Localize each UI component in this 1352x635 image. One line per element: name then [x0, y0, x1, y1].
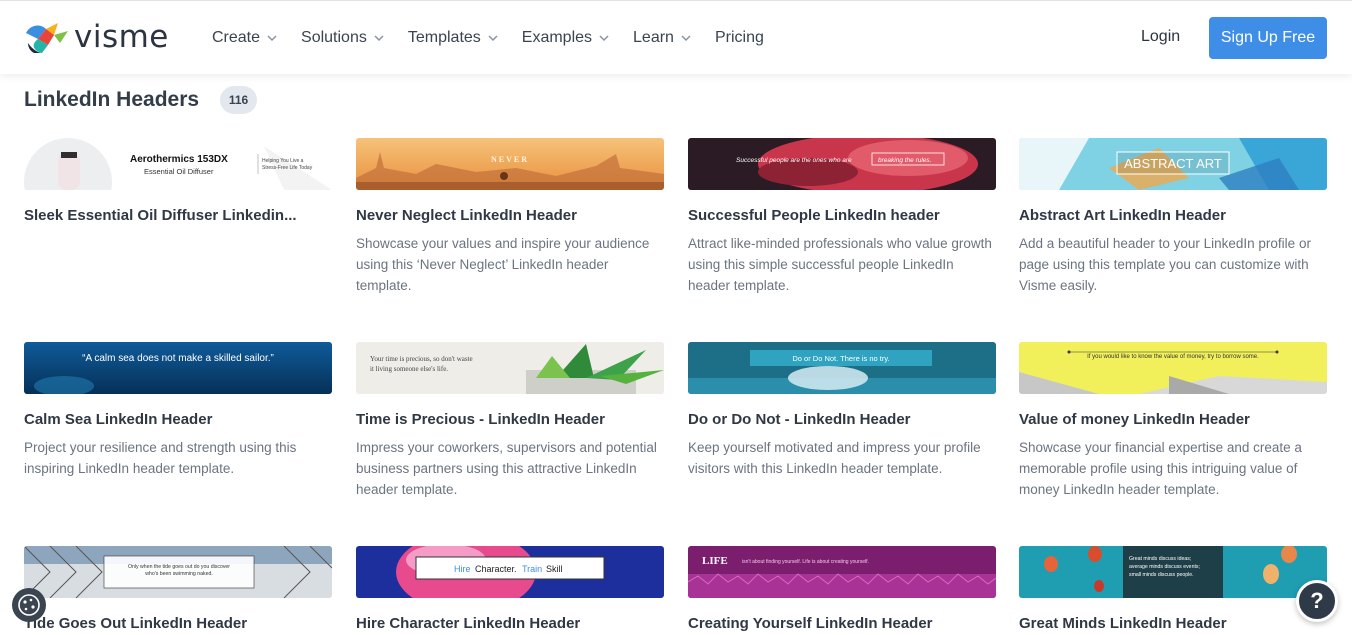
nav-templates[interactable]: Templates [408, 27, 498, 49]
template-description: Impress your coworkers, supervisors and … [356, 437, 664, 500]
chevron-down-icon [488, 33, 498, 43]
template-card[interactable]: Only when the tide goes out do you disco… [24, 546, 332, 635]
nav-learn[interactable]: Learn [633, 27, 691, 49]
template-thumbnail[interactable]: LIFE isn't about finding yourself. Life … [688, 546, 996, 598]
template-title[interactable]: Do or Do Not - LinkedIn Header [688, 411, 996, 428]
template-title[interactable]: Value of money LinkedIn Header [1019, 411, 1327, 428]
template-thumbnail[interactable]: Do or Do Not. There is no try. [688, 342, 996, 394]
template-title[interactable]: Hire Character LinkedIn Header [356, 615, 664, 632]
nav-create[interactable]: Create [212, 27, 277, 49]
nav-pricing[interactable]: Pricing [715, 27, 764, 49]
thumb-text: LIFE [702, 555, 728, 567]
thumb-text: Hire [454, 564, 471, 574]
template-title[interactable]: Calm Sea LinkedIn Header [24, 411, 332, 428]
help-button[interactable]: ? [1296, 580, 1338, 622]
template-card[interactable]: Hire Character. Train Skill Hire Charact… [356, 546, 664, 635]
template-description: Attract like-minded professionals who va… [688, 233, 996, 296]
template-thumbnail[interactable]: Only when the tide goes out do you disco… [24, 546, 332, 598]
template-title[interactable]: Never Neglect LinkedIn Header [356, 207, 664, 224]
nav-examples-label: Examples [522, 29, 592, 47]
template-thumbnail[interactable]: Great minds discuss ideas; average minds… [1019, 546, 1327, 598]
template-title[interactable]: Abstract Art LinkedIn Header [1019, 207, 1327, 224]
nav-learn-label: Learn [633, 29, 674, 47]
template-card[interactable]: LIFE isn't about finding yourself. Life … [688, 546, 996, 635]
nav-solutions[interactable]: Solutions [301, 27, 384, 49]
template-card[interactable]: NEVER Never Neglect LinkedIn Header Show… [356, 138, 664, 296]
thumb-text: Aerothermics 153DX [130, 154, 228, 165]
thumb-text: Stress-Free Life Today [262, 165, 313, 171]
template-card[interactable]: Great minds discuss ideas; average minds… [1019, 546, 1327, 635]
template-thumbnail[interactable]: Hire Character. Train Skill [356, 546, 664, 598]
template-title[interactable]: Successful People LinkedIn header [688, 207, 996, 224]
thumb-text: it living someone else's life. [370, 365, 448, 373]
template-title[interactable]: Time is Precious - LinkedIn Header [356, 411, 664, 428]
template-card[interactable]: Your time is precious, so don't waste it… [356, 342, 664, 500]
template-thumbnail[interactable]: ABSTRACT ART [1019, 138, 1327, 190]
thumb-text: Essential Oil Diffuser [144, 167, 214, 176]
nav-templates-label: Templates [408, 29, 481, 47]
template-description: Showcase your values and inspire your au… [356, 233, 664, 296]
template-thumbnail[interactable]: “A calm sea does not make a skilled sail… [24, 342, 332, 394]
thumb-text: If you would like to know the value of m… [1087, 354, 1259, 360]
thumb-text: Your time is precious, so don't waste [370, 355, 473, 363]
main-nav: Create Solutions Templates Examples Lear… [212, 27, 788, 49]
thumb-text: “A calm sea does not make a skilled sail… [82, 353, 274, 364]
nav-solutions-label: Solutions [301, 29, 367, 47]
logo-wordmark: visme [74, 19, 169, 55]
thumb-text: Train [522, 564, 542, 574]
template-thumbnail[interactable]: Aerothermics 153DX Essential Oil Diffuse… [24, 138, 332, 190]
chevron-down-icon [681, 33, 691, 43]
top-navigation-bar: visme Create Solutions Templates Example… [0, 0, 1352, 74]
template-count-badge: 116 [220, 86, 257, 114]
chevron-down-icon [267, 33, 277, 43]
template-card[interactable]: “A calm sea does not make a skilled sail… [24, 342, 332, 479]
chevron-down-icon [599, 33, 609, 43]
thumb-text: Do or Do Not. There is no try. [792, 354, 889, 363]
template-card[interactable]: Aerothermics 153DX Essential Oil Diffuse… [24, 138, 332, 233]
thumb-text: Great minds discuss ideas; [1129, 556, 1191, 562]
template-thumbnail[interactable]: Your time is precious, so don't waste it… [356, 342, 664, 394]
thumb-text: NEVER [491, 155, 529, 164]
thumb-text: isn't about finding yourself. Life is ab… [742, 559, 869, 565]
thumb-text: breaking the rules. [878, 157, 932, 164]
thumb-text: small minds discuss people. [1129, 572, 1194, 578]
login-link[interactable]: Login [1141, 28, 1180, 46]
template-title[interactable]: Sleek Essential Oil Diffuser Linkedin... [24, 207, 332, 224]
nav-pricing-label: Pricing [715, 29, 764, 47]
chevron-down-icon [374, 33, 384, 43]
sign-up-free-button[interactable]: Sign Up Free [1209, 17, 1327, 59]
nav-create-label: Create [212, 29, 260, 47]
template-card[interactable]: Successful people are the ones who are b… [688, 138, 996, 296]
visme-logo[interactable]: visme [24, 19, 169, 55]
cookie-settings-button[interactable] [12, 588, 46, 622]
thumb-text: Only when the tide goes out do you disco… [128, 564, 230, 570]
template-title[interactable]: Tide Goes Out LinkedIn Header [24, 615, 332, 632]
template-description: Project your resilience and strength usi… [24, 437, 332, 479]
template-thumbnail[interactable]: Successful people are the ones who are b… [688, 138, 996, 190]
template-description: Keep yourself motivated and impress your… [688, 437, 996, 479]
nav-examples[interactable]: Examples [522, 27, 609, 49]
template-title[interactable]: Creating Yourself LinkedIn Header [688, 615, 996, 632]
template-description: Add a beautiful header to your LinkedIn … [1019, 233, 1327, 296]
thumb-text: Helping You Live a [262, 158, 304, 164]
visme-logo-icon [24, 19, 72, 55]
thumb-text: Skill [546, 564, 563, 574]
template-description: Showcase your financial expertise and cr… [1019, 437, 1327, 500]
thumb-text: Character. [475, 564, 517, 574]
template-title[interactable]: Great Minds LinkedIn Header [1019, 615, 1327, 632]
thumb-text: who's been swimming naked. [145, 571, 213, 577]
template-thumbnail[interactable]: If you would like to know the value of m… [1019, 342, 1327, 394]
template-card[interactable]: If you would like to know the value of m… [1019, 342, 1327, 500]
template-thumbnail[interactable]: NEVER [356, 138, 664, 190]
thumb-text: Successful people are the ones who are [736, 157, 852, 164]
template-card[interactable]: ABSTRACT ART Abstract Art LinkedIn Heade… [1019, 138, 1327, 296]
cookie-icon [12, 588, 46, 622]
page-title: LinkedIn Headers [24, 88, 199, 112]
thumb-text: ABSTRACT ART [1124, 156, 1222, 171]
template-card[interactable]: Do or Do Not. There is no try. Do or Do … [688, 342, 996, 479]
thumb-text: average minds discuss events; [1129, 564, 1200, 570]
